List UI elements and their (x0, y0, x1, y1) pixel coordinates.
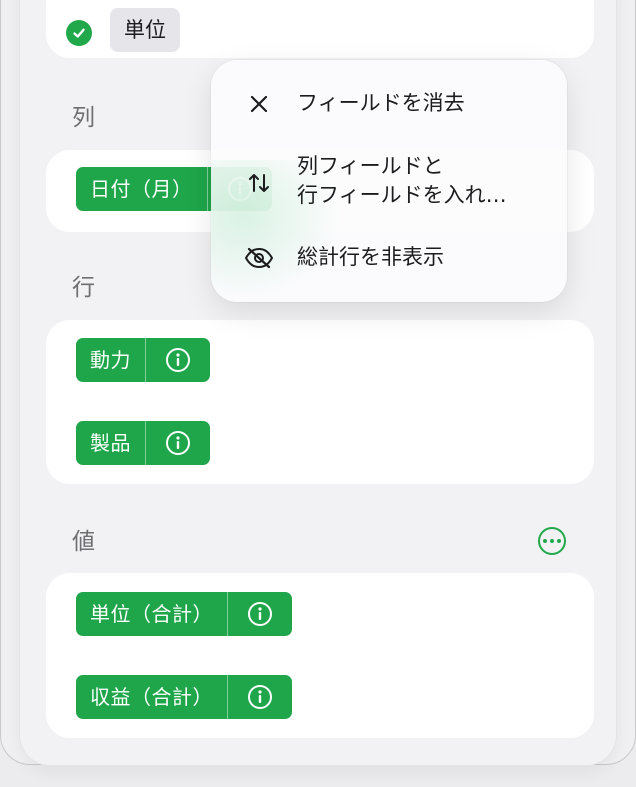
value-field-units-sum[interactable]: 単位（合計） (76, 592, 292, 636)
menu-item-label: フィールドを消去 (297, 91, 465, 115)
menu-item-label: 総計行を非表示 (297, 245, 444, 269)
field-label: 収益（合計） (90, 685, 213, 709)
menu-item-hide-grand-total[interactable]: 総計行を非表示 (211, 238, 567, 278)
info-icon[interactable] (146, 338, 210, 382)
menu-item-swap-fields[interactable]: 列フィールドと 行フィールドを入れ… (211, 150, 567, 214)
field-chip-unit[interactable]: 単位 (110, 8, 180, 52)
row-field-power[interactable]: 動力 (76, 338, 210, 382)
field-label: 製品 (90, 431, 131, 455)
close-icon (244, 89, 274, 119)
field-label: 単位（合計） (90, 602, 213, 626)
columns-section-label: 列 (72, 105, 96, 131)
field-label: 動力 (90, 348, 131, 372)
value-field-revenue-sum[interactable]: 収益（合計） (76, 675, 292, 719)
eye-slash-icon (244, 243, 274, 273)
checkmark-icon[interactable] (66, 20, 92, 46)
info-icon[interactable] (146, 421, 210, 465)
menu-item-label-line2: 行フィールドを入れ… (297, 183, 507, 207)
field-label: 日付（月） (90, 177, 193, 201)
swap-arrows-icon (244, 168, 274, 198)
menu-item-label-line1: 列フィールドと (297, 154, 444, 178)
rows-section-label: 行 (72, 275, 96, 301)
info-icon[interactable] (228, 592, 292, 636)
menu-item-clear-field[interactable]: フィールドを消去 (211, 84, 567, 124)
row-field-product[interactable]: 製品 (76, 421, 210, 465)
more-options-icon[interactable] (538, 527, 566, 555)
values-section-label: 値 (72, 529, 96, 555)
info-icon[interactable] (228, 675, 292, 719)
field-context-menu: フィールドを消去 列フィールドと 行フィールドを入れ… 総計行を非表示 (211, 60, 567, 302)
